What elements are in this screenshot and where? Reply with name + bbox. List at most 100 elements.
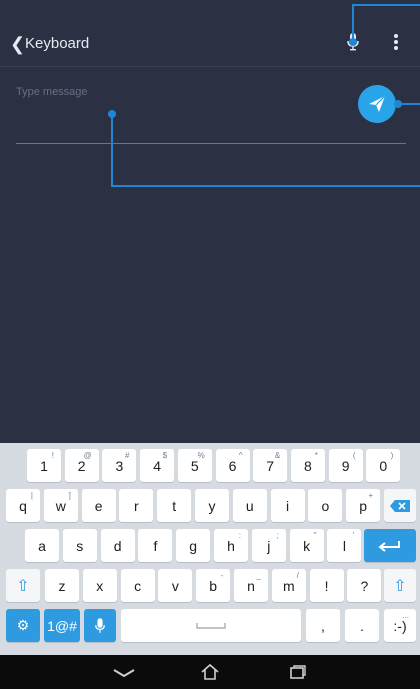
key-c[interactable]: c bbox=[120, 569, 155, 602]
key-s-label: s bbox=[76, 537, 84, 554]
key-h[interactable]: h: bbox=[214, 529, 248, 562]
key-f[interactable]: f bbox=[138, 529, 173, 562]
key-q[interactable]: q | bbox=[6, 489, 40, 522]
key-9[interactable]: 9( bbox=[328, 449, 363, 482]
key-2-alt-label: @ bbox=[83, 451, 92, 460]
shift-key-right[interactable]: ⇧ bbox=[384, 569, 416, 602]
key-h-label: h bbox=[227, 537, 235, 554]
enter-key[interactable] bbox=[364, 529, 416, 562]
key-o[interactable]: o bbox=[308, 489, 343, 522]
key-x[interactable]: x bbox=[82, 569, 117, 602]
key-9-label: 9 bbox=[341, 457, 350, 474]
key-4-alt-label: $ bbox=[162, 451, 168, 460]
emoticon-key[interactable]: :-)... bbox=[384, 609, 416, 642]
key-f-label: f bbox=[153, 537, 158, 554]
key-7[interactable]: 7 & bbox=[253, 449, 288, 482]
key-m[interactable]: m / bbox=[271, 569, 306, 602]
callout-line-input-vertical bbox=[111, 114, 113, 187]
key-e[interactable]: e bbox=[81, 489, 116, 522]
key-3[interactable]: 3 # bbox=[102, 449, 137, 482]
key-7-label: 7 bbox=[266, 457, 275, 474]
page-title: Keyboard bbox=[25, 35, 90, 52]
key-0-label: 0 bbox=[379, 457, 388, 474]
key-8-alt-label: * bbox=[314, 451, 318, 460]
key-y[interactable]: y bbox=[195, 489, 229, 522]
key-w-label: w bbox=[55, 497, 66, 514]
key-1-label: 1 bbox=[40, 457, 48, 474]
key-1[interactable]: 1! bbox=[27, 449, 61, 482]
shift-key-left[interactable]: ⇧ bbox=[6, 569, 40, 602]
home-icon[interactable] bbox=[200, 663, 220, 681]
key-l-alt-label: ' bbox=[352, 531, 355, 540]
key-6[interactable]: 6 ^ bbox=[215, 449, 250, 482]
symbols-key[interactable]: 1@# bbox=[44, 609, 80, 642]
backspace-key[interactable] bbox=[384, 489, 416, 522]
key-k-alt-label: " bbox=[313, 531, 317, 540]
key-d-label: d bbox=[113, 537, 122, 554]
settings-key[interactable]: ⚙ bbox=[6, 609, 40, 642]
key-b[interactable]: b- bbox=[196, 569, 231, 602]
key-q-alt-label: | bbox=[30, 491, 33, 500]
key-d[interactable]: d bbox=[100, 529, 135, 562]
more-vertical-icon[interactable] bbox=[393, 33, 399, 51]
key-a[interactable]: a bbox=[25, 529, 59, 562]
callout-dot-input bbox=[108, 110, 116, 118]
chevron-left-icon[interactable]: ❮ bbox=[10, 34, 25, 55]
key-question-label: ? bbox=[360, 577, 369, 594]
key-o-label: o bbox=[321, 497, 330, 514]
period-key[interactable]: . bbox=[345, 609, 379, 642]
key-n-label: n bbox=[247, 577, 255, 594]
key-l[interactable]: l ' bbox=[327, 529, 362, 562]
key-t-label: t bbox=[172, 497, 177, 514]
recents-icon[interactable] bbox=[289, 664, 307, 680]
key-p[interactable]: p + bbox=[346, 489, 381, 522]
key-5[interactable]: 5% bbox=[177, 449, 212, 482]
nav-back-icon[interactable] bbox=[112, 667, 136, 679]
callout-line-mic-horizontal bbox=[352, 4, 420, 6]
message-input-underline bbox=[16, 143, 406, 144]
key-exclamation[interactable]: ! bbox=[309, 569, 344, 602]
key-s[interactable]: s bbox=[62, 529, 97, 562]
space-key[interactable] bbox=[121, 609, 301, 642]
key-r[interactable]: r bbox=[119, 489, 154, 522]
key-a-label: a bbox=[38, 537, 46, 554]
key-h-alt-label: : bbox=[238, 531, 241, 540]
key-v-label: v bbox=[171, 577, 179, 594]
key-k[interactable]: k " bbox=[289, 529, 324, 562]
key-v[interactable]: v bbox=[158, 569, 193, 602]
key-j-alt-label: ; bbox=[276, 531, 279, 540]
key-3-alt-label: # bbox=[124, 451, 130, 460]
key-n[interactable]: n _ bbox=[234, 569, 268, 602]
key-u[interactable]: u bbox=[232, 489, 267, 522]
key-8[interactable]: 8 * bbox=[290, 449, 325, 482]
key-g[interactable]: g bbox=[176, 529, 211, 562]
key-2[interactable]: 2 @ bbox=[64, 449, 99, 482]
callout-line-mic-vertical bbox=[352, 4, 354, 40]
key-j[interactable]: j; bbox=[251, 529, 286, 562]
key-question[interactable]: ? bbox=[347, 569, 382, 602]
shift-icon: ⇧ bbox=[16, 577, 30, 595]
key-r-label: r bbox=[134, 497, 139, 514]
key-i[interactable]: i bbox=[270, 489, 305, 522]
key-m-label: m bbox=[282, 577, 295, 594]
key-y-label: y bbox=[208, 497, 216, 514]
message-input[interactable]: Type message bbox=[16, 86, 88, 98]
callout-line-input-horizontal bbox=[111, 185, 420, 187]
callout-dot-mic bbox=[349, 38, 357, 46]
key-j-label: j bbox=[267, 537, 271, 554]
app-bar: ❮ Keyboard bbox=[0, 0, 420, 66]
comma-key-label: , bbox=[321, 617, 325, 634]
key-0[interactable]: 0) bbox=[366, 449, 401, 482]
key-z[interactable]: z bbox=[45, 569, 79, 602]
send-button[interactable] bbox=[358, 85, 396, 123]
key-i-label: i bbox=[286, 497, 290, 514]
key-5-alt-label: % bbox=[197, 451, 205, 460]
key-z-label: z bbox=[58, 577, 66, 594]
key-t[interactable]: t bbox=[157, 489, 192, 522]
comma-key[interactable]: , bbox=[306, 609, 340, 642]
key-k-label: k bbox=[303, 537, 311, 554]
key-u-label: u bbox=[245, 497, 254, 514]
voice-input-key[interactable] bbox=[84, 609, 116, 642]
key-w[interactable]: w] bbox=[43, 489, 78, 522]
key-4[interactable]: 4 $ bbox=[140, 449, 175, 482]
